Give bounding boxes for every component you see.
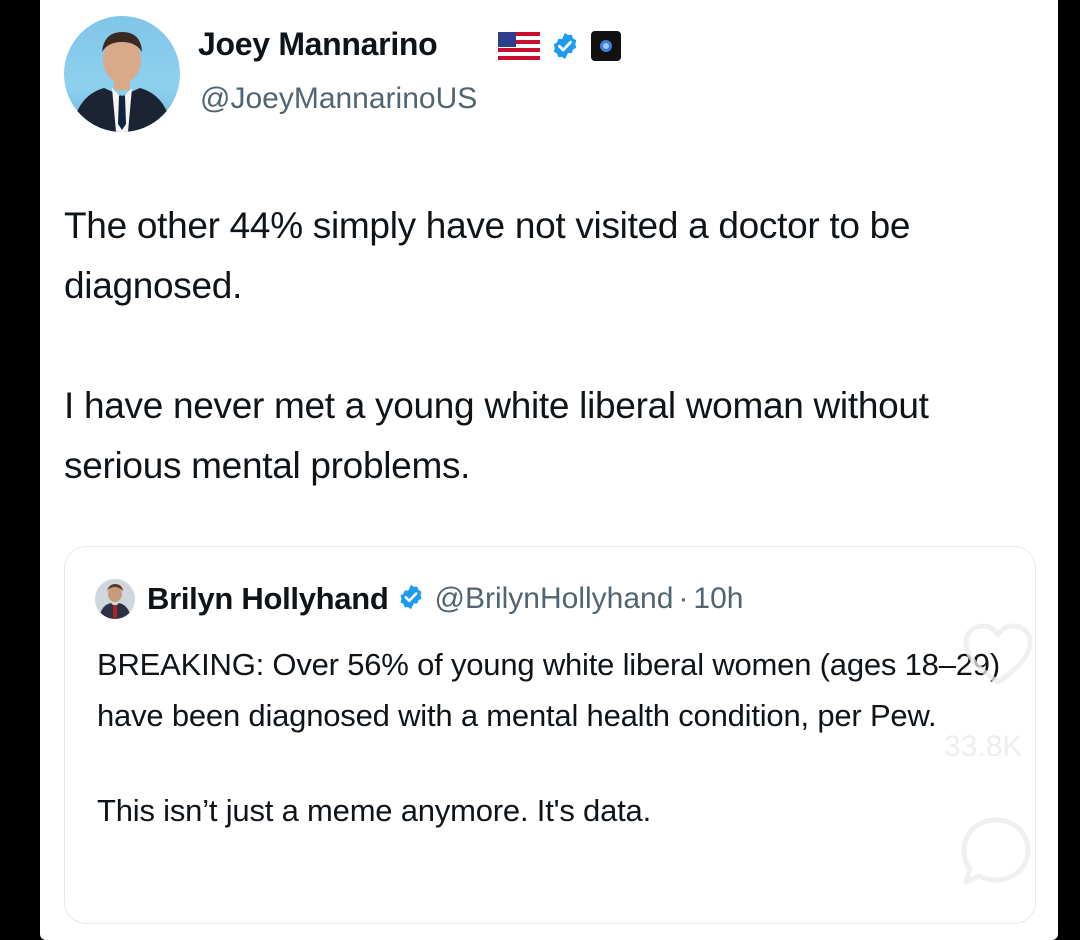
- tweet-body: The other 44% simply have not visited a …: [64, 196, 1044, 496]
- heart-icon[interactable]: [960, 620, 1036, 693]
- tweet-card: Joey Mannarino @JoeyMannarinoUS The othe…: [40, 0, 1058, 940]
- quote-header: Brilyn Hollyhand @BrilynHollyhand · 10h: [95, 579, 743, 619]
- quote-timestamp[interactable]: 10h: [693, 582, 743, 616]
- quoted-tweet[interactable]: Brilyn Hollyhand @BrilynHollyhand · 10h …: [64, 546, 1036, 924]
- tweet-paragraph: I have never met a young white liberal w…: [64, 385, 929, 486]
- like-count: 33.8K: [944, 730, 1023, 763]
- quote-author-avatar[interactable]: [95, 579, 135, 619]
- author-badges: [498, 30, 622, 67]
- screenshot-frame: Joey Mannarino @JoeyMannarinoUS The othe…: [0, 0, 1080, 940]
- quote-paragraph: This isn’t just a meme anymore. It's dat…: [97, 793, 652, 828]
- author-handle[interactable]: @JoeyMannarinoUS: [200, 82, 477, 116]
- verified-icon[interactable]: [550, 31, 580, 66]
- affiliate-badge-icon[interactable]: [590, 30, 622, 67]
- quote-author-name[interactable]: Brilyn Hollyhand: [147, 581, 389, 617]
- author-avatar[interactable]: [64, 16, 180, 132]
- verified-icon[interactable]: [397, 583, 425, 616]
- us-flag-icon: [498, 32, 540, 65]
- quote-separator: ·: [678, 582, 689, 615]
- tweet-paragraph: The other 44% simply have not visited a …: [64, 205, 911, 306]
- quote-paragraph: BREAKING: Over 56% of young white libera…: [97, 647, 1000, 733]
- quote-author-handle[interactable]: @BrilynHollyhand: [435, 582, 674, 616]
- quote-body: BREAKING: Over 56% of young white libera…: [97, 639, 1017, 836]
- comment-icon[interactable]: [956, 812, 1036, 897]
- author-name[interactable]: Joey Mannarino: [198, 26, 438, 63]
